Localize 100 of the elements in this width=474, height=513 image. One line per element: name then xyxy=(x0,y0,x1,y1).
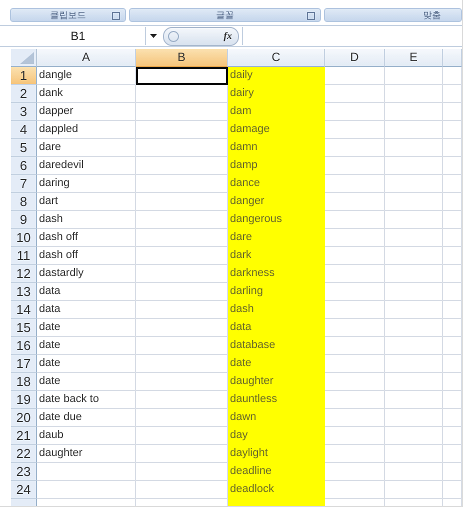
table-cell xyxy=(325,481,385,499)
table-cell xyxy=(325,427,385,445)
row-header[interactable]: 1 xyxy=(11,67,37,85)
row-header[interactable]: 8 xyxy=(11,193,37,211)
table-cell xyxy=(385,427,443,445)
row-header[interactable]: 15 xyxy=(11,319,37,337)
table-cell: darling xyxy=(228,283,325,301)
select-all-corner[interactable] xyxy=(11,49,37,67)
row-header[interactable]: 19 xyxy=(11,391,37,409)
table-cell: database xyxy=(228,337,325,355)
table-cell xyxy=(325,319,385,337)
cancel-circle-icon[interactable] xyxy=(168,30,179,42)
table-cell: dash off xyxy=(37,247,136,265)
row-header[interactable]: 20 xyxy=(11,409,37,427)
column-header[interactable]: A xyxy=(37,49,136,67)
table-cell xyxy=(385,463,443,481)
table-cell xyxy=(325,157,385,175)
row-header[interactable]: 18 xyxy=(11,373,37,391)
column-header[interactable]: C xyxy=(228,49,325,67)
row-header[interactable]: 16 xyxy=(11,337,37,355)
row-header[interactable]: 2 xyxy=(11,85,37,103)
table-cell: damn xyxy=(228,139,325,157)
table-cell xyxy=(325,121,385,139)
table-cell xyxy=(385,121,443,139)
table-cell xyxy=(385,391,443,409)
table-cell: danger xyxy=(228,193,325,211)
row-header[interactable]: 4 xyxy=(11,121,37,139)
dialog-launcher-icon[interactable] xyxy=(307,12,315,20)
row-header[interactable]: 21 xyxy=(11,427,37,445)
table-cell xyxy=(385,229,443,247)
table-cell: dappled xyxy=(37,121,136,139)
table-cell: data xyxy=(37,283,136,301)
row-header[interactable]: 5 xyxy=(11,139,37,157)
table-cell xyxy=(325,265,385,283)
table-cell xyxy=(325,67,385,85)
table-cell xyxy=(385,319,443,337)
row-header[interactable]: 11 xyxy=(11,247,37,265)
table-cell: daily xyxy=(228,67,325,85)
table-cell: damage xyxy=(228,121,325,139)
table-cell: dastardly xyxy=(37,265,136,283)
triangle-icon xyxy=(20,52,34,64)
row-header[interactable]: 10 xyxy=(11,229,37,247)
table-cell: daylight xyxy=(228,445,325,463)
table-cell xyxy=(325,85,385,103)
table-cell xyxy=(325,211,385,229)
table-cell xyxy=(325,283,385,301)
table-cell: date xyxy=(228,355,325,373)
table-cell xyxy=(385,373,443,391)
table-cell xyxy=(325,247,385,265)
table-cell: dawn xyxy=(228,409,325,427)
table-cell xyxy=(325,193,385,211)
row-header[interactable]: 14 xyxy=(11,301,37,319)
table-cell: damp xyxy=(228,157,325,175)
row-header[interactable] xyxy=(11,499,37,506)
table-cell: dam xyxy=(228,103,325,121)
column-header[interactable]: D xyxy=(325,49,385,67)
table-cell xyxy=(325,391,385,409)
table-cell: deadlock xyxy=(228,481,325,499)
name-box[interactable]: B1 xyxy=(11,27,146,45)
table-cell: dash xyxy=(228,301,325,319)
column-header[interactable]: E xyxy=(385,49,443,67)
row-header[interactable]: 13 xyxy=(11,283,37,301)
table-cell xyxy=(325,409,385,427)
table-cell xyxy=(385,157,443,175)
table-cell: deadline xyxy=(228,463,325,481)
table-cell xyxy=(385,175,443,193)
table-cell xyxy=(385,85,443,103)
row-header[interactable]: 24 xyxy=(11,481,37,499)
table-cell xyxy=(325,373,385,391)
table-cell: date xyxy=(37,355,136,373)
table-cell xyxy=(385,103,443,121)
row-header[interactable]: 9 xyxy=(11,211,37,229)
table-cell: dapper xyxy=(37,103,136,121)
row-header[interactable]: 23 xyxy=(11,463,37,481)
table-cell: daughter xyxy=(228,373,325,391)
table-cell: dairy xyxy=(228,85,325,103)
table-cell xyxy=(385,247,443,265)
table-cell: dash off xyxy=(37,229,136,247)
table-cell: dance xyxy=(228,175,325,193)
dropdown-caret-icon[interactable] xyxy=(150,34,157,38)
row-header[interactable]: 3 xyxy=(11,103,37,121)
table-cell: daring xyxy=(37,175,136,193)
table-cell: daughter xyxy=(37,445,136,463)
row-header[interactable]: 12 xyxy=(11,265,37,283)
table-cell xyxy=(325,463,385,481)
table-cell xyxy=(325,445,385,463)
column-header[interactable]: B xyxy=(136,49,228,67)
table-cell xyxy=(385,139,443,157)
row-header[interactable]: 17 xyxy=(11,355,37,373)
dialog-launcher-icon[interactable] xyxy=(112,12,120,20)
table-cell xyxy=(385,337,443,355)
table-cell: dauntless xyxy=(228,391,325,409)
table-cell xyxy=(385,481,443,499)
row-header[interactable]: 7 xyxy=(11,175,37,193)
row-header[interactable]: 6 xyxy=(11,157,37,175)
insert-function-button[interactable]: fx xyxy=(224,30,232,42)
table-cell xyxy=(385,355,443,373)
table-cell xyxy=(325,103,385,121)
table-cell xyxy=(325,139,385,157)
row-header[interactable]: 22 xyxy=(11,445,37,463)
